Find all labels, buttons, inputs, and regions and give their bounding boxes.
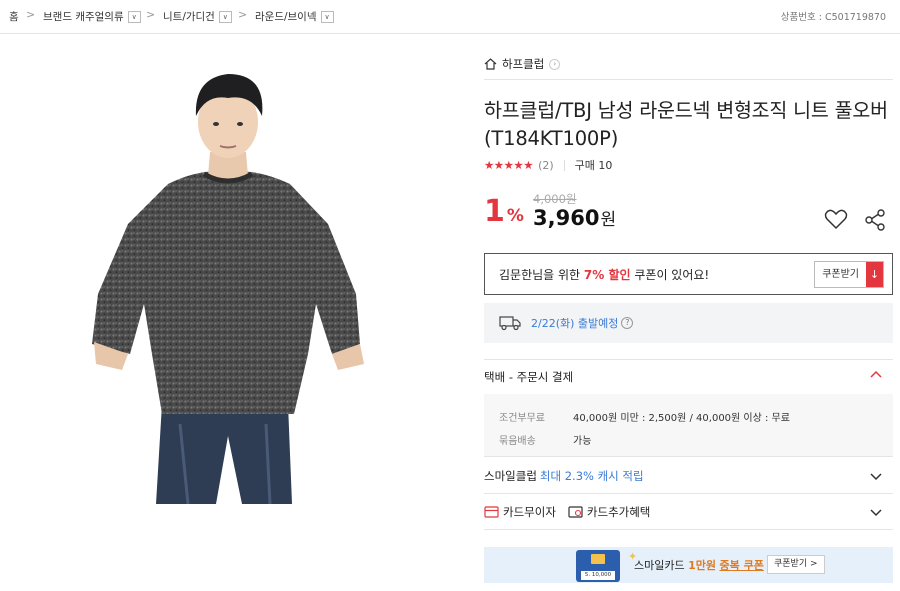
divider: [484, 529, 893, 530]
banner-text: 스마일카드 1만원 중복 쿠폰: [634, 559, 764, 572]
divider: [484, 456, 893, 457]
card-extra-benefit[interactable]: 카드추가혜택: [568, 504, 650, 520]
smilecard-coupon-banner[interactable]: 5. 10,000 ✦ 스마일카드 1만원 중복 쿠폰 쿠폰받기 >: [484, 547, 893, 583]
breadcrumb-separator: >: [26, 8, 36, 21]
chevron-down-icon[interactable]: ∨: [218, 10, 232, 23]
model-sweater-illustration: [92, 74, 364, 505]
shipping-date-box: 2/22(화) 출발예정 ?: [484, 303, 893, 343]
breadcrumb-separator: >: [146, 8, 156, 21]
truck-icon: [499, 316, 521, 331]
delivery-info: 조건부무료 40,000원 미만 : 2,500원 / 40,000원 이상 :…: [484, 394, 893, 456]
purchase-count: 구매 10: [574, 159, 613, 172]
coupon-message: 김문한님을 위한 7% 할인 쿠폰이 있어요!: [499, 267, 710, 282]
heart-icon[interactable]: [823, 206, 849, 232]
banner-coupon-button[interactable]: 쿠폰받기 >: [767, 555, 825, 574]
share-icon[interactable]: [862, 207, 888, 233]
chevron-down-icon[interactable]: ∨: [127, 10, 141, 23]
card-chip-icon: [591, 554, 605, 564]
store-link[interactable]: 하프클럽 ›: [484, 56, 561, 72]
breadcrumb-home[interactable]: 홈: [9, 9, 19, 24]
shipping-date: 2/22(화) 출발예정: [531, 317, 619, 330]
divider: [563, 159, 565, 171]
chevron-right-icon: ›: [549, 58, 561, 70]
card-benefits-row[interactable]: 카드무이자 카드추가혜택: [484, 496, 893, 528]
card-interest-free[interactable]: 카드무이자: [484, 504, 556, 520]
coupon-download-button[interactable]: 쿠폰받기 ↓: [814, 261, 884, 288]
smilecard-image: 5. 10,000: [576, 550, 620, 582]
delivery-row: 묶음배송 가능: [499, 436, 592, 447]
product-title: 하프클럽/TBJ 남성 라운드넥 변형조직 니트 풀오버(T184KT100P): [484, 99, 888, 150]
card-benefit-icon: [568, 506, 583, 518]
chevron-down-icon: [870, 473, 882, 481]
sale-price: 3,960 원: [533, 206, 617, 230]
divider: [484, 493, 893, 494]
discount-rate: 1%: [484, 194, 524, 229]
product-image[interactable]: [70, 64, 400, 505]
breadcrumb-knit-cardigan[interactable]: 니트/가디건 ∨: [163, 9, 232, 24]
delivery-row: 조건부무료 40,000원 미만 : 2,500원 / 40,000원 이상 :…: [499, 413, 790, 424]
breadcrumb-brand-casual[interactable]: 브랜드 캐주얼의류 ∨: [43, 9, 141, 24]
home-icon: [484, 58, 497, 70]
smileclub-row[interactable]: 스마일클럽 최대 2.3% 캐시 적립: [484, 460, 893, 492]
coupon-box: 김문한님을 위한 7% 할인 쿠폰이 있어요! 쿠폰받기 ↓: [484, 253, 893, 295]
divider: [484, 79, 893, 80]
breadcrumb-separator: >: [238, 8, 248, 21]
store-name: 하프클럽: [502, 57, 545, 71]
chevron-up-icon: [870, 370, 882, 378]
credit-card-icon: [484, 506, 499, 518]
product-number: 상품번호 : C501719870: [780, 12, 886, 23]
breadcrumb: 홈 > 브랜드 캐주얼의류 ∨ > 니트/가디건 ∨ > 라운드/브이넥 ∨ 상품번호…: [0, 0, 900, 34]
chevron-down-icon: [870, 509, 882, 517]
star-rating-icon: ★★★★★: [484, 158, 534, 172]
review-count[interactable]: (2): [538, 159, 554, 172]
delivery-header[interactable]: 택배 - 주문시 결제: [484, 360, 893, 394]
chevron-down-icon[interactable]: ∨: [320, 10, 334, 23]
help-icon[interactable]: ?: [621, 317, 634, 329]
breadcrumb-round-vneck[interactable]: 라운드/브이넥 ∨: [255, 9, 334, 24]
rating-row: ★★★★★ (2) 구매 10: [484, 157, 612, 173]
download-icon: ↓: [866, 262, 883, 287]
